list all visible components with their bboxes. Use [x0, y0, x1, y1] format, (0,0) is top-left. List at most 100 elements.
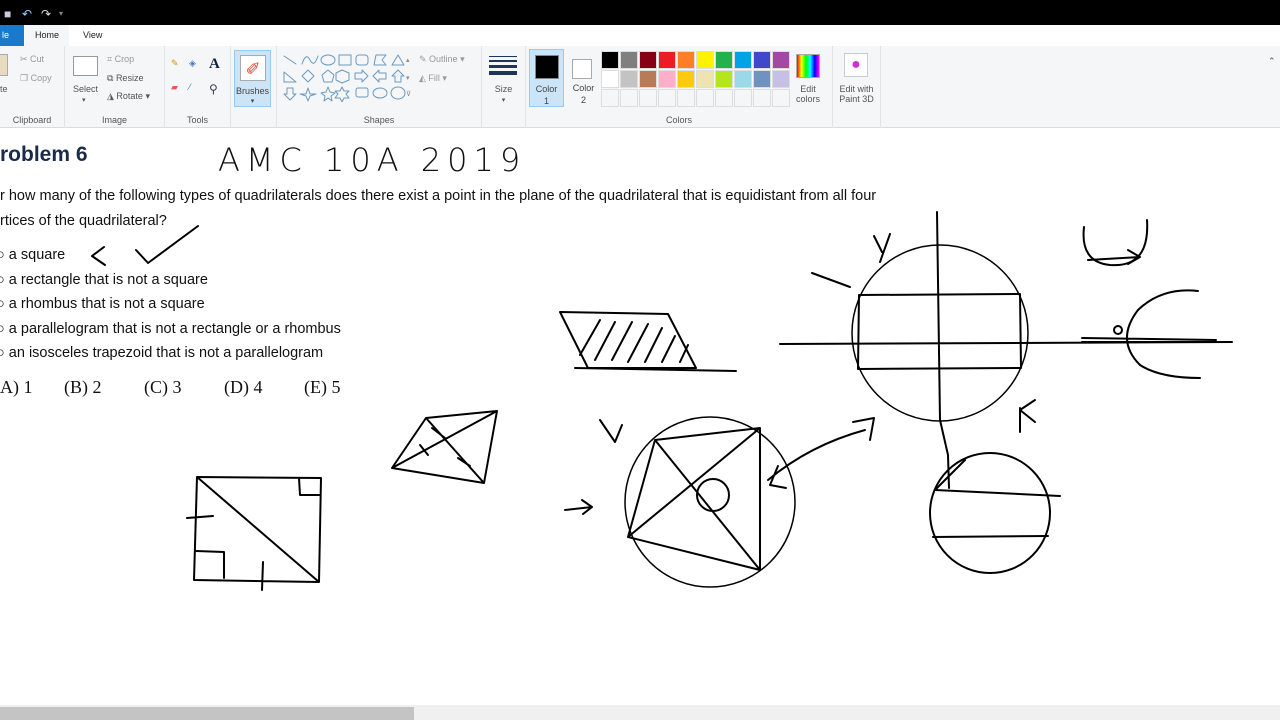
magnifier-icon[interactable]: ⚲: [209, 82, 218, 96]
palette-swatch[interactable]: [715, 89, 733, 107]
palette-swatch[interactable]: [772, 51, 790, 69]
circumcircle-drawing: [624, 416, 796, 588]
less-than-mark: [91, 246, 106, 266]
crop-button[interactable]: ⌗ Crop: [107, 54, 134, 65]
shapes-scroll-down[interactable]: ▾: [406, 74, 410, 82]
color1-swatch: [535, 55, 559, 79]
palette-swatch[interactable]: [753, 89, 771, 107]
tab-view[interactable]: View: [73, 25, 112, 46]
point-mark: [1113, 325, 1123, 335]
outline-button[interactable]: ✎ Outline ▾: [419, 54, 465, 65]
palette-swatch[interactable]: [658, 70, 676, 88]
palette-swatch[interactable]: [658, 89, 676, 107]
color2-number: 2: [580, 95, 586, 105]
brushes-label: Brushes: [235, 86, 270, 96]
brushes-button[interactable]: ✐ Brushes ▾: [234, 50, 271, 107]
copy-button[interactable]: ❐ Copy: [20, 73, 52, 84]
palette-swatch[interactable]: [601, 70, 619, 88]
palette-swatch[interactable]: [620, 89, 638, 107]
c-curve-drawing: [1081, 289, 1217, 379]
palette-swatch[interactable]: [639, 89, 657, 107]
outline-label: Outline: [429, 54, 458, 64]
resize-button[interactable]: ⧉ Resize: [107, 73, 143, 84]
palette-swatch[interactable]: [677, 70, 695, 88]
palette-swatch[interactable]: [639, 70, 657, 88]
size-icon: [489, 56, 517, 75]
parallelogram-drawing: [559, 311, 697, 369]
select-button[interactable]: Select: [73, 84, 98, 94]
shapes-group: ▴ ▾ ⊽ ✎ Outline ▾ ◭ Fill ▾ Shapes: [277, 46, 482, 128]
edit-colors-button[interactable]: Edit colors: [788, 84, 828, 104]
select-icon[interactable]: [73, 56, 98, 76]
palette-swatch[interactable]: [696, 70, 714, 88]
trapezoid-circle: [929, 452, 1051, 574]
color1-button[interactable]: Color 1: [529, 49, 564, 107]
copy-label: Copy: [30, 73, 52, 83]
palette-swatch[interactable]: [715, 51, 733, 69]
paste-icon[interactable]: [0, 54, 8, 76]
paint-canvas[interactable]: roblem 6 AMC 10A 2019 r how many of the …: [0, 129, 1280, 705]
color2-swatch: [572, 59, 592, 79]
rotate-button[interactable]: ◮ Rotate ▾: [107, 91, 150, 102]
palette-swatch[interactable]: [734, 70, 752, 88]
scrollbar-thumb[interactable]: [0, 707, 414, 720]
color2-button[interactable]: Color 2: [566, 49, 601, 107]
fill-icon[interactable]: ◈: [189, 58, 196, 69]
paste-button[interactable]: te: [0, 84, 8, 94]
paint3d-button[interactable]: ● Edit with Paint 3D: [833, 46, 881, 128]
palette-swatch[interactable]: [753, 70, 771, 88]
palette-swatch[interactable]: [639, 51, 657, 69]
check-mark: [135, 225, 199, 264]
shapes-expand[interactable]: ⊽: [406, 90, 411, 98]
tab-home[interactable]: Home: [25, 25, 70, 46]
y-label-marks: [811, 233, 891, 288]
resize-label: Resize: [115, 73, 144, 83]
curved-arrow: [767, 417, 875, 489]
palette-swatch[interactable]: [658, 51, 676, 69]
colors-group: Color 1 Color 2 Edit colors Colors: [526, 46, 833, 128]
palette-swatch[interactable]: [601, 89, 619, 107]
size-button[interactable]: Size ▾: [482, 46, 526, 128]
palette-swatch[interactable]: [677, 51, 695, 69]
handwritten-drawings: [91, 211, 1233, 591]
edit-colors-icon[interactable]: [796, 54, 820, 78]
eraser-icon[interactable]: ▰: [171, 82, 178, 93]
text-icon[interactable]: A: [209, 56, 220, 73]
edit-colors-line2: colors: [795, 94, 820, 104]
cut-button[interactable]: ✂ Cut: [20, 54, 44, 65]
image-label: Image: [101, 115, 127, 125]
redo-icon[interactable]: ↷: [41, 8, 53, 20]
palette-swatch[interactable]: [734, 51, 752, 69]
palette-swatch[interactable]: [715, 70, 733, 88]
shapes-gallery[interactable]: [280, 52, 415, 102]
palette-swatch[interactable]: [677, 89, 695, 107]
colors-label: Colors: [665, 115, 692, 125]
ribbon-tabs: le Home View: [0, 25, 1280, 46]
edit-colors-line1: Edit: [800, 84, 816, 94]
palette-swatch[interactable]: [696, 89, 714, 107]
palette-swatch[interactable]: [620, 70, 638, 88]
color-picker-icon[interactable]: ⁄: [189, 82, 191, 92]
palette-swatch[interactable]: [620, 51, 638, 69]
fill-button[interactable]: ◭ Fill ▾: [419, 73, 447, 84]
palette-swatch[interactable]: [753, 51, 771, 69]
ribbon-collapse-icon[interactable]: ⌃: [1268, 56, 1276, 67]
tab-file[interactable]: le: [0, 25, 24, 46]
fill-label: Fill: [428, 73, 440, 83]
color1-number: 1: [543, 96, 549, 106]
undo-icon[interactable]: ↶: [22, 8, 34, 20]
rhombus-drawing: [391, 410, 498, 484]
horizontal-scrollbar[interactable]: [0, 705, 1280, 720]
image-group: Select ▾ ⌗ Crop ⧉ Resize ◮ Rotate ▾ Imag…: [65, 46, 165, 128]
palette-swatch[interactable]: [601, 51, 619, 69]
palette-swatch[interactable]: [734, 89, 752, 107]
kite-drawing: [627, 427, 761, 571]
customize-icon[interactable]: ▾: [59, 8, 71, 20]
palette-swatch[interactable]: [696, 51, 714, 69]
save-icon[interactable]: ■: [4, 8, 16, 20]
axis-lines: [779, 211, 1233, 489]
tools-label: Tools: [186, 115, 208, 125]
shapes-scroll-up[interactable]: ▴: [406, 56, 410, 64]
paint3d-line2: Paint 3D: [839, 94, 874, 104]
pencil-icon[interactable]: ✎: [171, 58, 179, 69]
